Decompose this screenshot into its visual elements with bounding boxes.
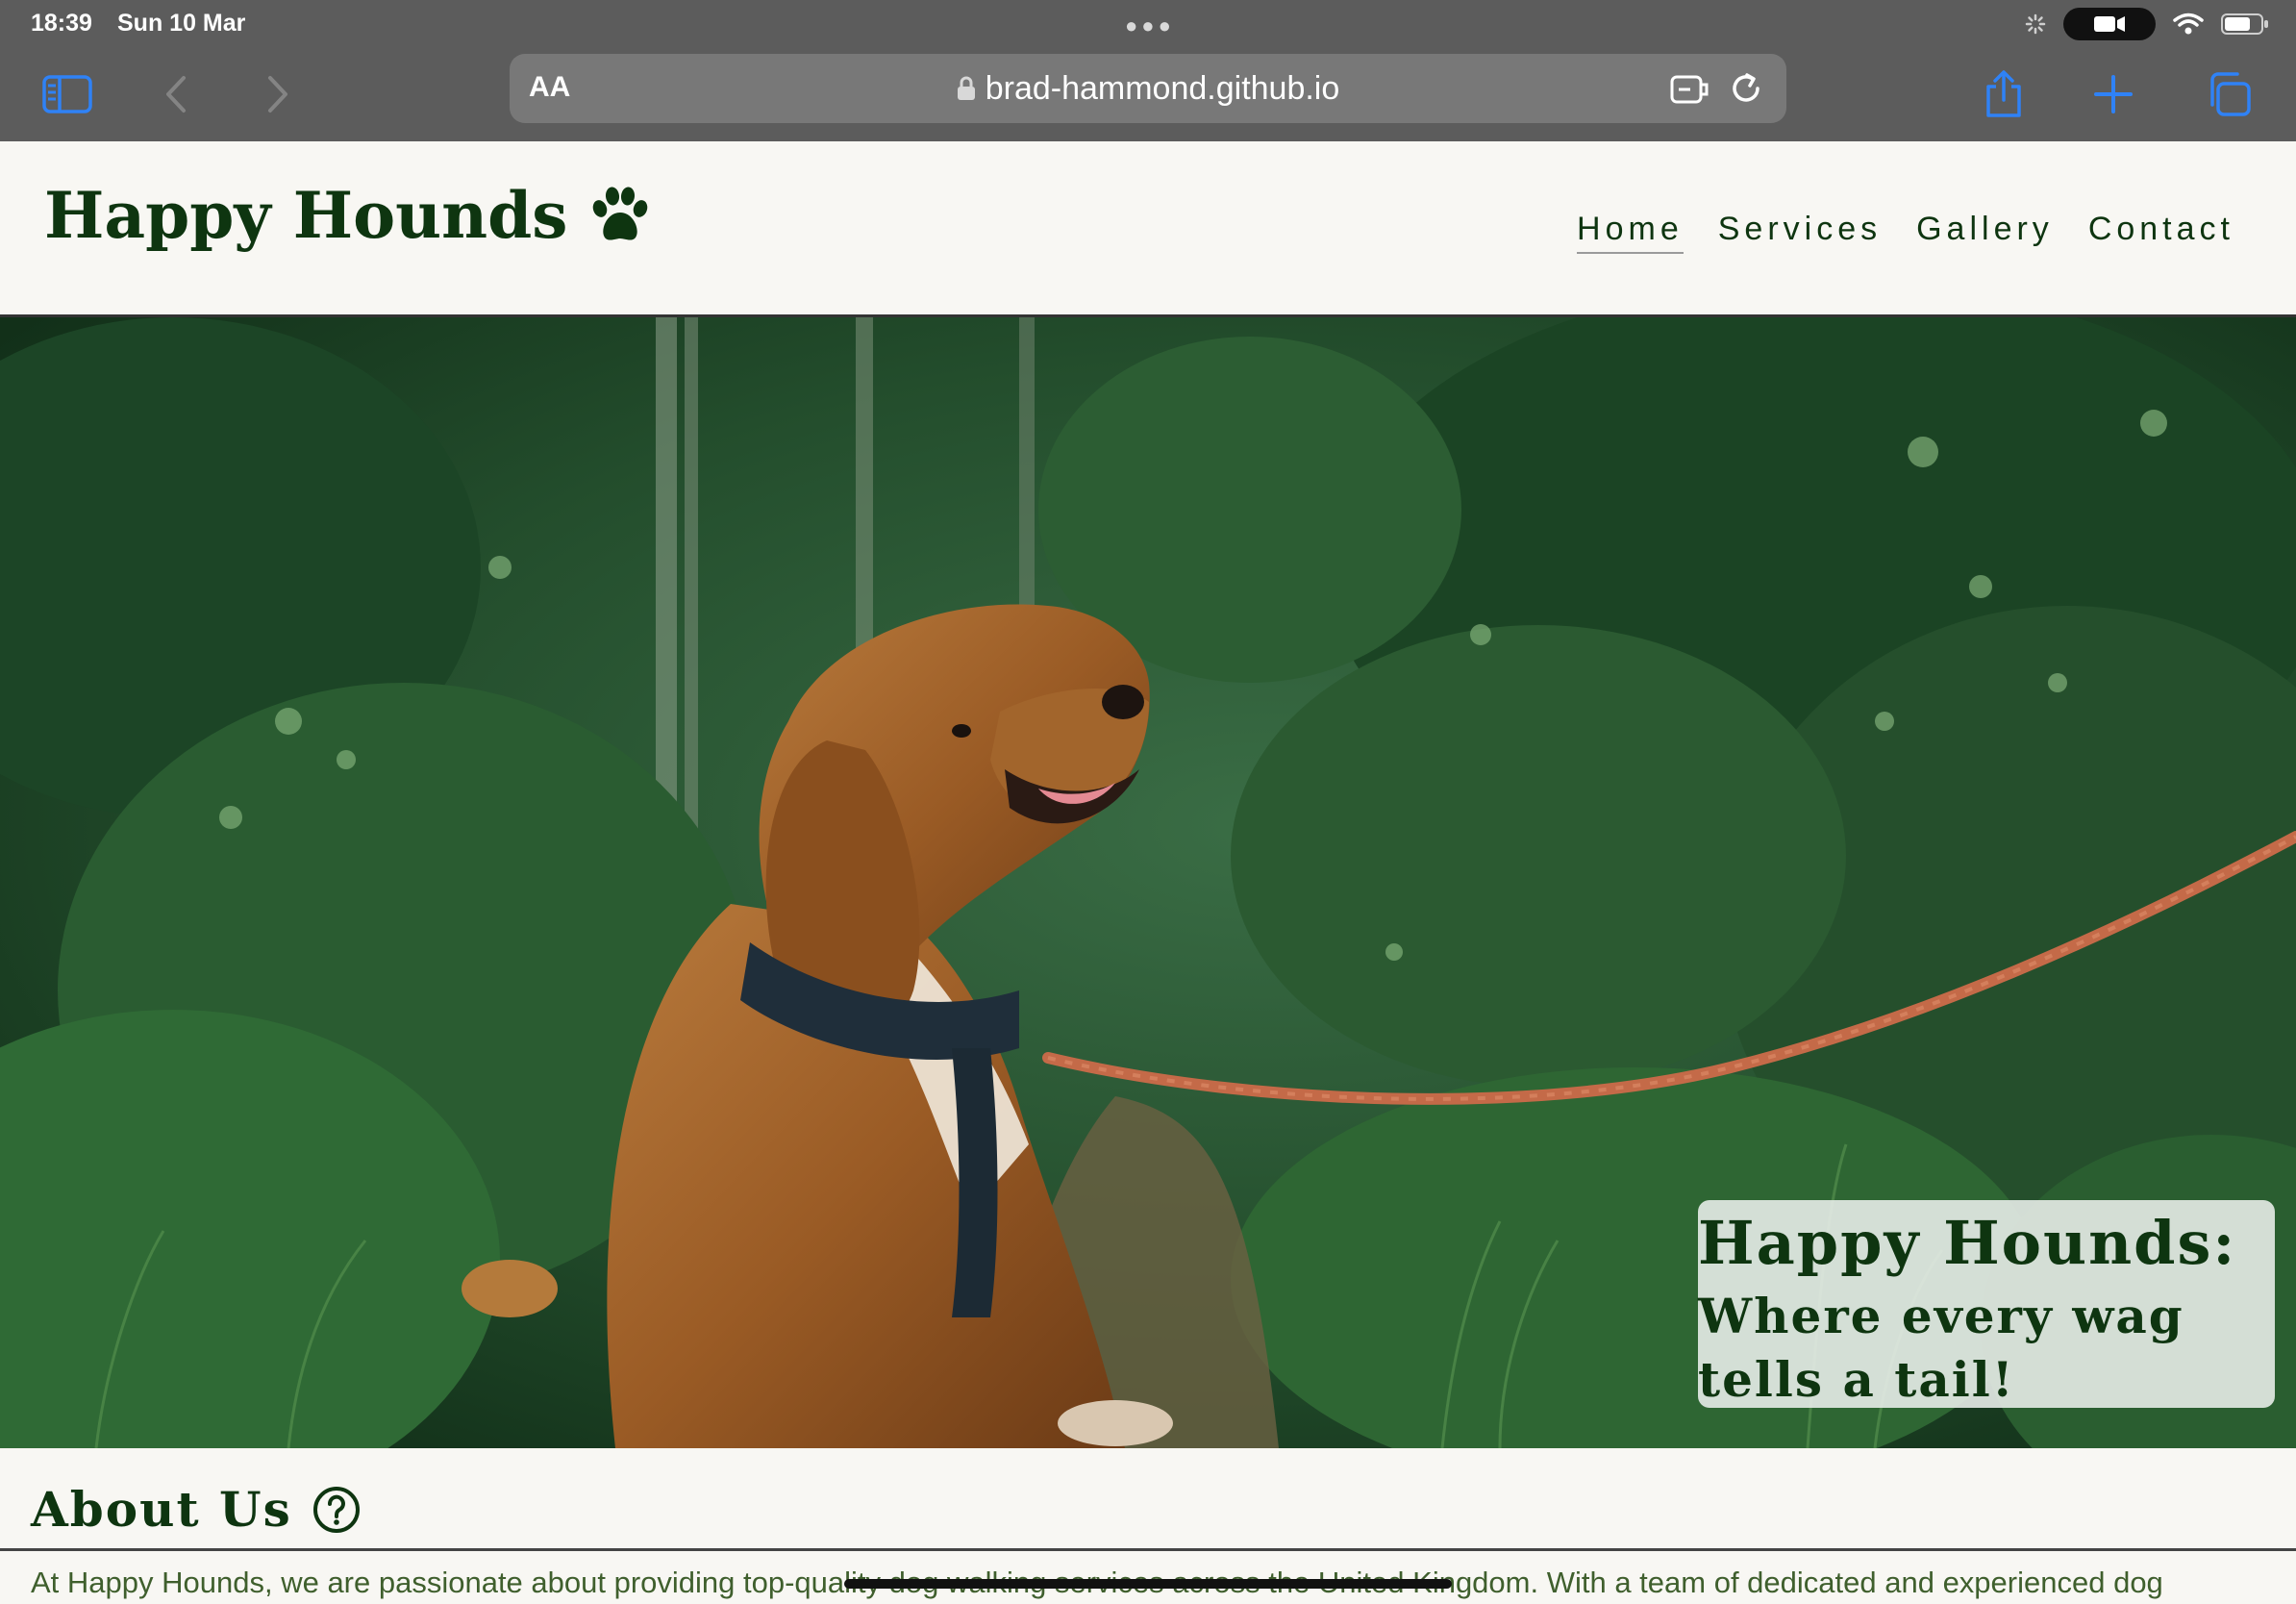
reload-icon[interactable] (1727, 69, 1765, 108)
lock-icon (957, 76, 975, 100)
about-heading: About Us (31, 1481, 362, 1538)
url-text: brad-hammond.github.io (985, 70, 1340, 107)
nav-contact[interactable]: Contact (2088, 211, 2234, 254)
tabs-overview-icon[interactable] (2202, 67, 2256, 121)
paw-icon (593, 187, 648, 240)
address-bar-url[interactable]: brad-hammond.github.io (510, 70, 1786, 108)
share-icon[interactable] (1977, 67, 2031, 121)
nav-services[interactable]: Services (1718, 211, 1882, 254)
site-header: Happy Hounds Home Services Gallery Conta… (0, 141, 2296, 317)
extension-icon[interactable] (1669, 69, 1711, 108)
hero-title: Happy Hounds: (1698, 1208, 2237, 1278)
camera-recording-icon (2063, 8, 2156, 40)
about-title: About Us (31, 1481, 292, 1538)
status-date: Sun 10 Mar (117, 10, 246, 37)
home-indicator[interactable] (844, 1579, 1452, 1589)
logo-text: Happy Hounds (44, 178, 568, 253)
multitasking-dots-icon[interactable]: ●●● (1125, 13, 1175, 38)
status-indicators (2025, 8, 2269, 40)
back-icon[interactable] (150, 67, 204, 121)
address-bar[interactable]: AA brad-hammond.github.io (510, 54, 1786, 123)
hero-section: Happy Hounds: Where every wag tells a ta… (0, 317, 2296, 1448)
about-divider (0, 1548, 2296, 1551)
nav-gallery[interactable]: Gallery (1916, 211, 2054, 254)
hero-subtitle: Where every wag tells a tail! (1698, 1288, 2184, 1408)
question-circle-icon[interactable] (312, 1485, 362, 1535)
browser-toolbar: AA brad-hammond.github.io (0, 48, 2296, 141)
hero-caption: Happy Hounds: Where every wag tells a ta… (1698, 1200, 2275, 1408)
main-nav: Home Services Gallery Contact (1577, 211, 2234, 254)
status-time: 18:39 (31, 10, 92, 37)
new-tab-icon[interactable] (2086, 67, 2140, 121)
status-bar: 18:39 Sun 10 Mar ●●● (0, 0, 2296, 48)
wifi-icon (2173, 13, 2204, 35)
activity-spinner-icon (2025, 13, 2046, 35)
forward-icon[interactable] (250, 67, 304, 121)
battery-icon (2221, 13, 2268, 35)
nav-home[interactable]: Home (1577, 211, 1684, 254)
site-logo[interactable]: Happy Hounds (44, 178, 652, 253)
sidebar-toggle-icon[interactable] (40, 67, 94, 121)
